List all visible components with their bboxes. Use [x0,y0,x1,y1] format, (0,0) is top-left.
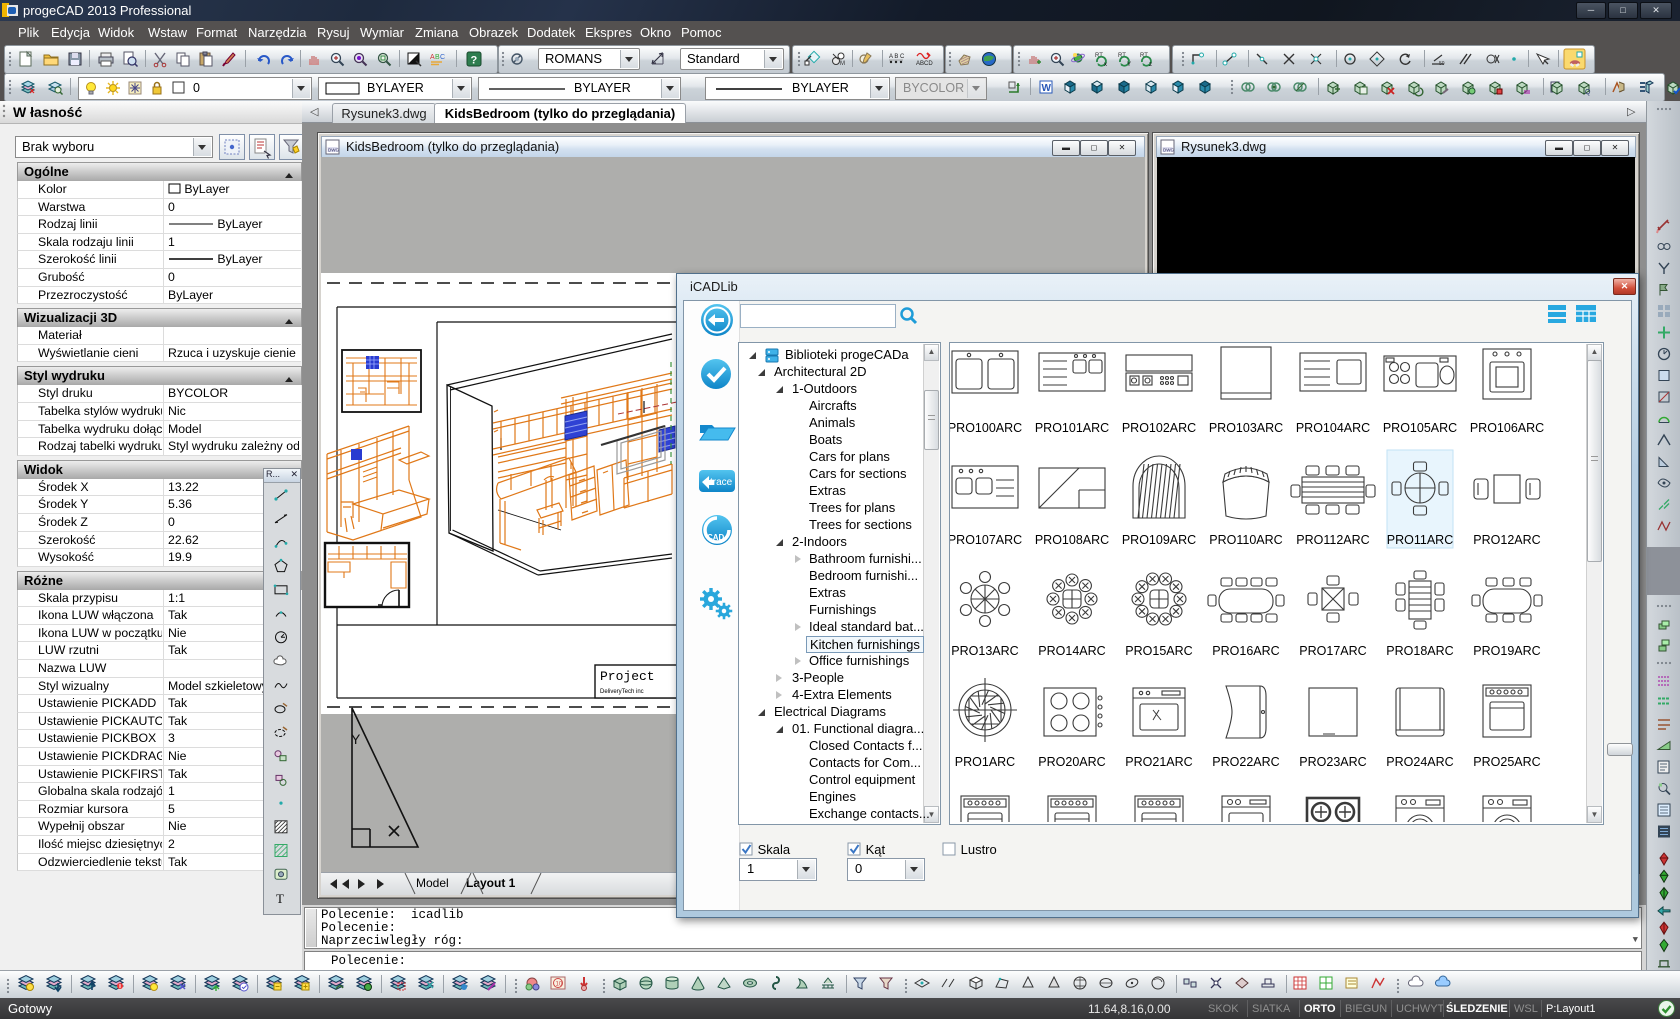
svg-text:PRO110ARC: PRO110ARC [1209,533,1282,547]
svg-text:Y: Y [1127,62,1131,68]
svg-text:PRO102ARC: PRO102ARC [1122,421,1196,435]
svg-text:PRO25ARC: PRO25ARC [1473,755,1540,769]
svg-text:PRO104ARC: PRO104ARC [1296,421,1370,435]
svg-text:z: z [1149,62,1152,68]
svg-text:PRO107ARC: PRO107ARC [950,533,1022,547]
svg-text:M: M [840,61,845,67]
svg-text:PRO17ARC: PRO17ARC [1299,644,1366,658]
svg-text:PRO14ARC: PRO14ARC [1038,644,1105,658]
svg-text:PRO106ARC: PRO106ARC [1470,421,1544,435]
svg-text:10: 10 [556,982,563,988]
svg-text:PRO24ARC: PRO24ARC [1386,755,1453,769]
svg-text:Q: Q [1585,89,1591,96]
svg-text:PRO13ARC: PRO13ARC [951,644,1018,658]
svg-text:T: T [276,891,284,906]
svg-text:CAD: CAD [707,533,725,542]
svg-text:PRO16ARC: PRO16ARC [1212,644,1279,658]
svg-text:PRO103ARC: PRO103ARC [1209,421,1283,435]
svg-text:PRO11ARC: PRO11ARC [1387,533,1453,547]
svg-text:DWG: DWG [1163,148,1174,153]
svg-text:W: W [1042,83,1052,94]
svg-text:PRO12ARC: PRO12ARC [1473,533,1540,547]
svg-text:Y: Y [351,731,361,747]
svg-text:0: 0 [193,81,200,95]
svg-text:Project: Project [600,669,655,684]
svg-text:DeliveryTech inc: DeliveryTech inc [600,689,644,695]
svg-text:PRO105ARC: PRO105ARC [1383,421,1457,435]
svg-text:PRO100ARC: PRO100ARC [950,421,1022,435]
svg-text:PRO18ARC: PRO18ARC [1386,644,1453,658]
svg-text:ABCD: ABCD [916,61,933,67]
svg-text:PRO20ARC: PRO20ARC [1038,755,1105,769]
svg-text:PRO19ARC: PRO19ARC [1473,644,1540,658]
svg-text:PRO112ARC: PRO112ARC [1296,533,1369,547]
svg-text:PRO23ARC: PRO23ARC [1299,755,1366,769]
svg-text:A B C: A B C [889,54,905,60]
svg-text:?: ? [471,55,478,67]
svg-text:PRO108ARC: PRO108ARC [1035,533,1109,547]
svg-text:PRO109ARC: PRO109ARC [1122,533,1196,547]
svg-text:x: x [1104,62,1107,68]
svg-text:50: 50 [1439,61,1445,67]
svg-text:PRO15ARC: PRO15ARC [1125,644,1192,658]
svg-text:PRO1ARC: PRO1ARC [955,755,1015,769]
svg-text:PRO21ARC: PRO21ARC [1125,755,1192,769]
svg-text:DWG: DWG [328,148,339,153]
svg-text:PRO22ARC: PRO22ARC [1212,755,1279,769]
svg-text:PRO101ARC: PRO101ARC [1035,421,1109,435]
svg-text:C: C [440,54,445,61]
